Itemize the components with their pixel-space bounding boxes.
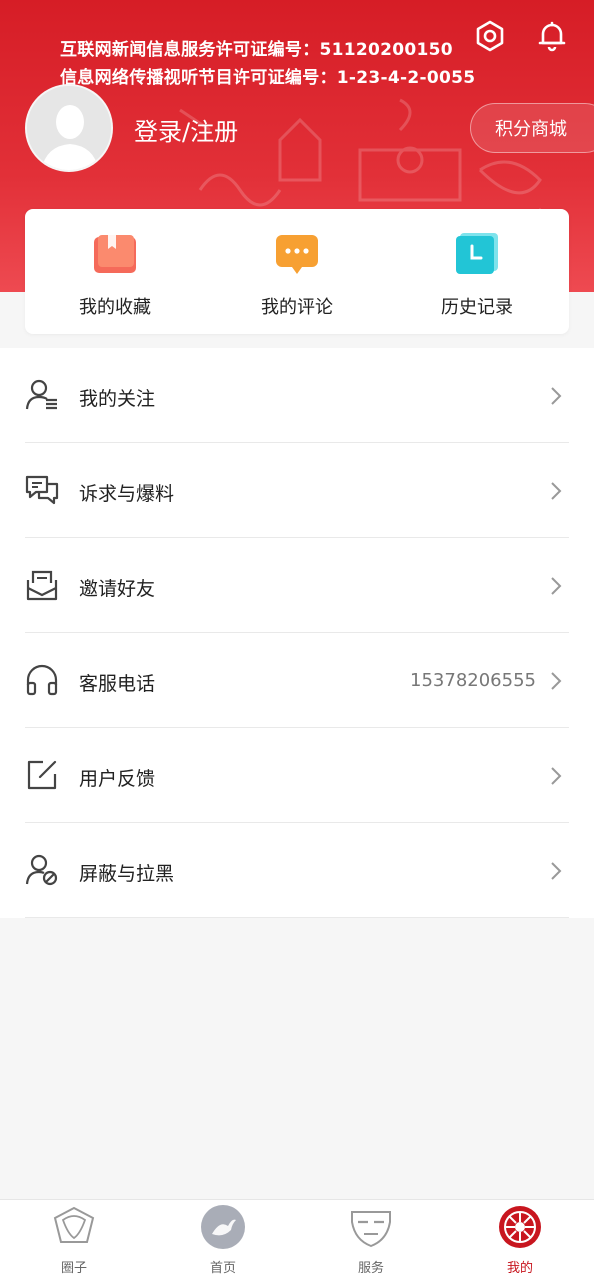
edit-feedback-icon xyxy=(27,760,57,790)
headphones-icon xyxy=(26,664,58,696)
menu-item-customer-service[interactable]: 客服电话 15378206555 xyxy=(0,633,594,728)
bell-icon[interactable] xyxy=(532,16,572,56)
favorites-book-icon xyxy=(94,235,136,273)
chevron-right-icon xyxy=(551,387,562,405)
quick-action-history[interactable]: 历史记录 xyxy=(387,231,567,319)
chevron-right-icon xyxy=(551,862,562,880)
quick-action-label: 我的评论 xyxy=(261,297,333,318)
tab-home[interactable]: 首页 xyxy=(173,1204,273,1276)
tab-label: 我的 xyxy=(506,1261,533,1276)
menu-item-follow[interactable]: 我的关注 xyxy=(0,348,594,443)
profile-emblem-icon xyxy=(499,1206,541,1248)
chat-bubbles-icon xyxy=(25,475,59,505)
chevron-right-icon xyxy=(551,672,562,690)
menu-item-label: 屏蔽与拉黑 xyxy=(79,863,175,885)
quick-action-label: 我的收藏 xyxy=(79,297,151,318)
invite-mail-icon xyxy=(26,570,58,601)
tab-label: 服务 xyxy=(357,1261,384,1276)
menu-item-label: 邀请好友 xyxy=(79,578,156,600)
home-bird-icon xyxy=(201,1205,245,1249)
menu-item-label: 诉求与爆料 xyxy=(79,483,175,505)
menu-item-block[interactable]: 屏蔽与拉黑 xyxy=(0,823,594,918)
tab-label: 首页 xyxy=(209,1261,236,1276)
quick-actions-card: 我的收藏 我的评论 历史记录 xyxy=(25,209,569,334)
bottom-tab-bar: 圈子 首页 服务 我的 xyxy=(0,1199,594,1281)
tab-label: 圈子 xyxy=(60,1261,87,1276)
comment-bubble-icon xyxy=(276,235,318,274)
circle-emblem-icon xyxy=(53,1206,95,1243)
divider xyxy=(25,917,569,918)
menu-item-appeal[interactable]: 诉求与爆料 xyxy=(0,443,594,538)
history-clock-icon xyxy=(456,233,498,274)
quick-action-comments[interactable]: 我的评论 xyxy=(207,231,387,319)
av-license-text: 信息网络传播视听节目许可证编号：1-23-4-2-0055 xyxy=(60,68,476,88)
mask-service-icon xyxy=(351,1211,391,1248)
chevron-right-icon xyxy=(551,577,562,595)
service-phone-number: 15378206555 xyxy=(410,670,536,691)
block-user-icon xyxy=(25,854,58,886)
settings-icon[interactable] xyxy=(470,16,510,56)
menu-item-feedback[interactable]: 用户反馈 xyxy=(0,728,594,823)
follow-user-icon xyxy=(25,379,57,410)
quick-action-favorites[interactable]: 我的收藏 xyxy=(25,231,205,319)
login-register-link[interactable]: 登录/注册 xyxy=(134,112,238,147)
tab-mine[interactable]: 我的 xyxy=(470,1204,570,1276)
news-license-text: 互联网新闻信息服务许可证编号：51120200150 xyxy=(60,40,453,60)
avatar[interactable] xyxy=(25,84,113,172)
points-mall-button[interactable]: 积分商城 xyxy=(470,103,594,153)
tab-circle[interactable]: 圈子 xyxy=(24,1204,124,1276)
tab-services[interactable]: 服务 xyxy=(321,1204,421,1276)
chevron-right-icon xyxy=(551,482,562,500)
menu-item-label: 用户反馈 xyxy=(79,768,156,790)
menu-item-invite[interactable]: 邀请好友 xyxy=(0,538,594,633)
menu-item-label: 客服电话 xyxy=(79,673,156,695)
quick-action-label: 历史记录 xyxy=(441,297,513,318)
chevron-right-icon xyxy=(551,767,562,785)
settings-menu-list: 我的关注 诉求与爆料 邀请好友 客服电话 15378206555 用户反馈 屏蔽… xyxy=(0,348,594,918)
avatar-placeholder-icon xyxy=(27,86,111,170)
menu-item-label: 我的关注 xyxy=(79,388,156,410)
